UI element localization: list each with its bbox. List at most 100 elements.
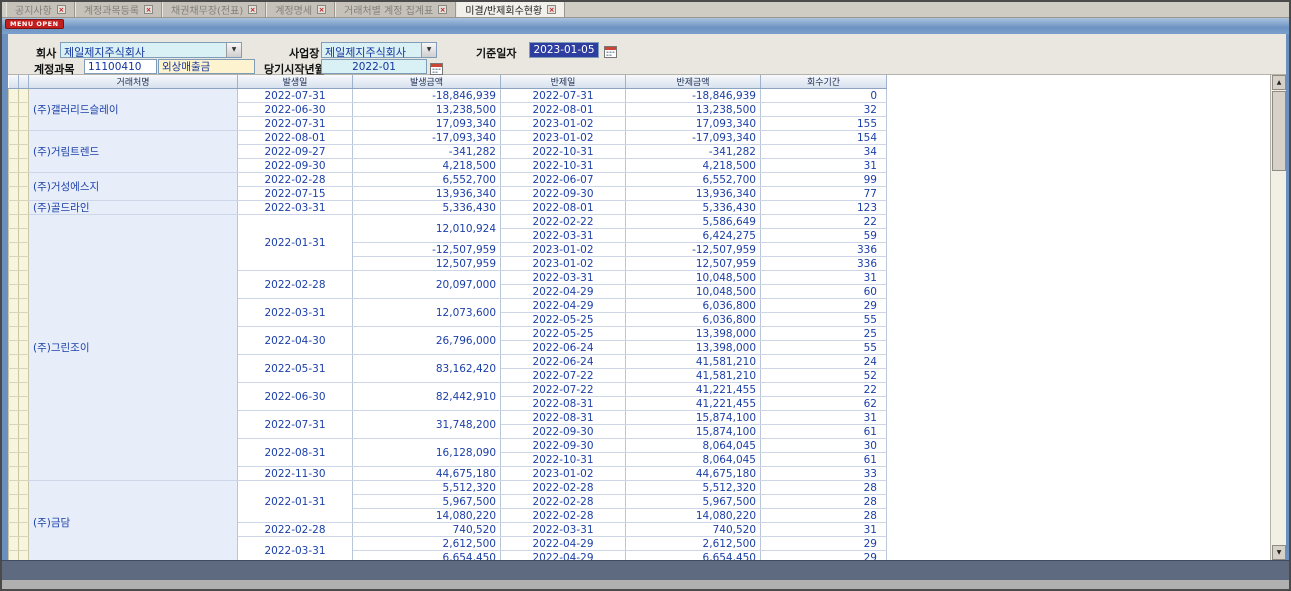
repay-amount-cell[interactable]: 5,967,500 bbox=[626, 495, 761, 509]
repay-amount-cell[interactable]: 2,612,500 bbox=[626, 537, 761, 551]
repay-date-cell[interactable]: 2022-05-25 bbox=[501, 313, 626, 327]
period-cell[interactable]: 52 bbox=[761, 369, 887, 383]
repay-amount-cell[interactable]: 12,507,959 bbox=[626, 257, 761, 271]
repay-date-cell[interactable]: 2023-01-02 bbox=[501, 131, 626, 145]
period-cell[interactable]: 24 bbox=[761, 355, 887, 369]
issue-amount-cell[interactable]: -341,282 bbox=[353, 145, 501, 159]
repay-date-cell[interactable]: 2022-02-28 bbox=[501, 509, 626, 523]
tab-close-icon[interactable]: × bbox=[248, 5, 257, 14]
issue-amount-cell[interactable]: 6,552,700 bbox=[353, 173, 501, 187]
period-cell[interactable]: 28 bbox=[761, 495, 887, 509]
period-cell[interactable]: 33 bbox=[761, 467, 887, 481]
issue-date-cell[interactable]: 2022-06-30 bbox=[238, 103, 353, 117]
repay-date-cell[interactable]: 2022-10-31 bbox=[501, 145, 626, 159]
row-selector-cell[interactable] bbox=[9, 467, 19, 481]
issue-date-cell[interactable]: 2022-02-28 bbox=[238, 173, 353, 187]
header-collection-period[interactable]: 회수기간 bbox=[761, 75, 887, 89]
row-selector-cell[interactable] bbox=[9, 145, 19, 159]
row-selector-cell[interactable] bbox=[9, 327, 19, 341]
row-selector-cell[interactable] bbox=[9, 103, 19, 117]
company-select[interactable]: 제일제지주식회사 ▼ bbox=[60, 42, 242, 58]
repay-amount-cell[interactable]: 8,064,045 bbox=[626, 453, 761, 467]
base-date-field[interactable]: 2023-01-05 bbox=[529, 42, 599, 58]
repay-date-cell[interactable]: 2022-08-31 bbox=[501, 411, 626, 425]
row-selector-cell[interactable] bbox=[9, 257, 19, 271]
repay-amount-cell[interactable]: 13,936,340 bbox=[626, 187, 761, 201]
site-select[interactable]: 제일제지주식회사 ▼ bbox=[321, 42, 437, 58]
issue-amount-cell[interactable]: 2,612,500 bbox=[353, 537, 501, 551]
issue-date-cell[interactable]: 2022-11-30 bbox=[238, 467, 353, 481]
row-selector-cell[interactable] bbox=[19, 327, 29, 341]
row-selector-cell[interactable] bbox=[9, 201, 19, 215]
repay-amount-cell[interactable]: 41,221,455 bbox=[626, 383, 761, 397]
row-selector-cell[interactable] bbox=[19, 537, 29, 551]
repay-amount-cell[interactable]: 13,238,500 bbox=[626, 103, 761, 117]
chevron-down-icon[interactable]: ▼ bbox=[226, 43, 241, 57]
row-selector-cell[interactable] bbox=[19, 159, 29, 173]
repay-date-cell[interactable]: 2022-03-31 bbox=[501, 271, 626, 285]
repay-date-cell[interactable]: 2022-04-29 bbox=[501, 551, 626, 561]
row-selector-cell[interactable] bbox=[19, 117, 29, 131]
period-cell[interactable]: 25 bbox=[761, 327, 887, 341]
row-selector-cell[interactable] bbox=[19, 313, 29, 327]
row-selector-cell[interactable] bbox=[9, 355, 19, 369]
repay-amount-cell[interactable]: 6,654,450 bbox=[626, 551, 761, 561]
repay-amount-cell[interactable]: 6,552,700 bbox=[626, 173, 761, 187]
repay-amount-cell[interactable]: 6,036,800 bbox=[626, 313, 761, 327]
row-selector-cell[interactable] bbox=[9, 173, 19, 187]
scroll-up-icon[interactable]: ▲ bbox=[1272, 75, 1286, 90]
repay-amount-cell[interactable]: 15,874,100 bbox=[626, 411, 761, 425]
row-selector-cell[interactable] bbox=[19, 257, 29, 271]
issue-date-cell[interactable]: 2022-08-01 bbox=[238, 131, 353, 145]
period-cell[interactable]: 55 bbox=[761, 341, 887, 355]
period-cell[interactable]: 99 bbox=[761, 173, 887, 187]
row-selector-cell[interactable] bbox=[9, 383, 19, 397]
issue-date-cell[interactable]: 2022-03-31 bbox=[238, 299, 353, 327]
period-cell[interactable]: 77 bbox=[761, 187, 887, 201]
header-customer-name[interactable]: 거래처명 bbox=[29, 75, 238, 89]
issue-amount-cell[interactable]: 12,010,924 bbox=[353, 215, 501, 243]
row-selector-cell[interactable] bbox=[19, 355, 29, 369]
period-cell[interactable]: 31 bbox=[761, 523, 887, 537]
row-selector-cell[interactable] bbox=[9, 215, 19, 229]
row-selector-cell[interactable] bbox=[9, 369, 19, 383]
repay-date-cell[interactable]: 2022-04-29 bbox=[501, 299, 626, 313]
period-cell[interactable]: 31 bbox=[761, 411, 887, 425]
issue-amount-cell[interactable]: 83,162,420 bbox=[353, 355, 501, 383]
issue-date-cell[interactable]: 2022-01-31 bbox=[238, 215, 353, 271]
repay-date-cell[interactable]: 2022-04-29 bbox=[501, 285, 626, 299]
repay-date-cell[interactable]: 2022-02-28 bbox=[501, 495, 626, 509]
row-selector-cell[interactable] bbox=[9, 411, 19, 425]
issue-date-cell[interactable]: 2022-03-31 bbox=[238, 537, 353, 561]
repay-amount-cell[interactable]: -18,846,939 bbox=[626, 89, 761, 103]
repay-date-cell[interactable]: 2022-04-29 bbox=[501, 537, 626, 551]
repay-amount-cell[interactable]: -341,282 bbox=[626, 145, 761, 159]
issue-amount-cell[interactable]: 16,128,090 bbox=[353, 439, 501, 467]
issue-date-cell[interactable]: 2022-01-31 bbox=[238, 481, 353, 523]
repay-date-cell[interactable]: 2022-09-30 bbox=[501, 439, 626, 453]
tab-item-1[interactable]: 계정과목등록× bbox=[75, 2, 162, 17]
issue-date-cell[interactable]: 2022-09-30 bbox=[238, 159, 353, 173]
customer-cell[interactable]: (주)그린조이 bbox=[29, 215, 238, 481]
row-selector-cell[interactable] bbox=[9, 299, 19, 313]
row-selector-cell[interactable] bbox=[9, 397, 19, 411]
issue-amount-cell[interactable]: 44,675,180 bbox=[353, 467, 501, 481]
row-selector-cell[interactable] bbox=[9, 509, 19, 523]
scroll-down-icon[interactable]: ▼ bbox=[1272, 545, 1286, 560]
issue-date-cell[interactable]: 2022-07-31 bbox=[238, 117, 353, 131]
row-selector-cell[interactable] bbox=[19, 271, 29, 285]
row-selector-cell[interactable] bbox=[19, 523, 29, 537]
issue-amount-cell[interactable]: 26,796,000 bbox=[353, 327, 501, 355]
repay-amount-cell[interactable]: 6,424,275 bbox=[626, 229, 761, 243]
repay-date-cell[interactable]: 2022-10-31 bbox=[501, 159, 626, 173]
repay-date-cell[interactable]: 2022-06-07 bbox=[501, 173, 626, 187]
issue-amount-cell[interactable]: 6,654,450 bbox=[353, 551, 501, 561]
repay-amount-cell[interactable]: 17,093,340 bbox=[626, 117, 761, 131]
period-cell[interactable]: 29 bbox=[761, 551, 887, 561]
start-ym-input[interactable] bbox=[321, 59, 427, 74]
tab-close-icon[interactable]: × bbox=[57, 5, 66, 14]
tab-item-0[interactable]: 공지사항× bbox=[6, 2, 75, 17]
row-selector-cell[interactable] bbox=[19, 397, 29, 411]
issue-amount-cell[interactable]: 17,093,340 bbox=[353, 117, 501, 131]
row-selector-cell[interactable] bbox=[19, 229, 29, 243]
